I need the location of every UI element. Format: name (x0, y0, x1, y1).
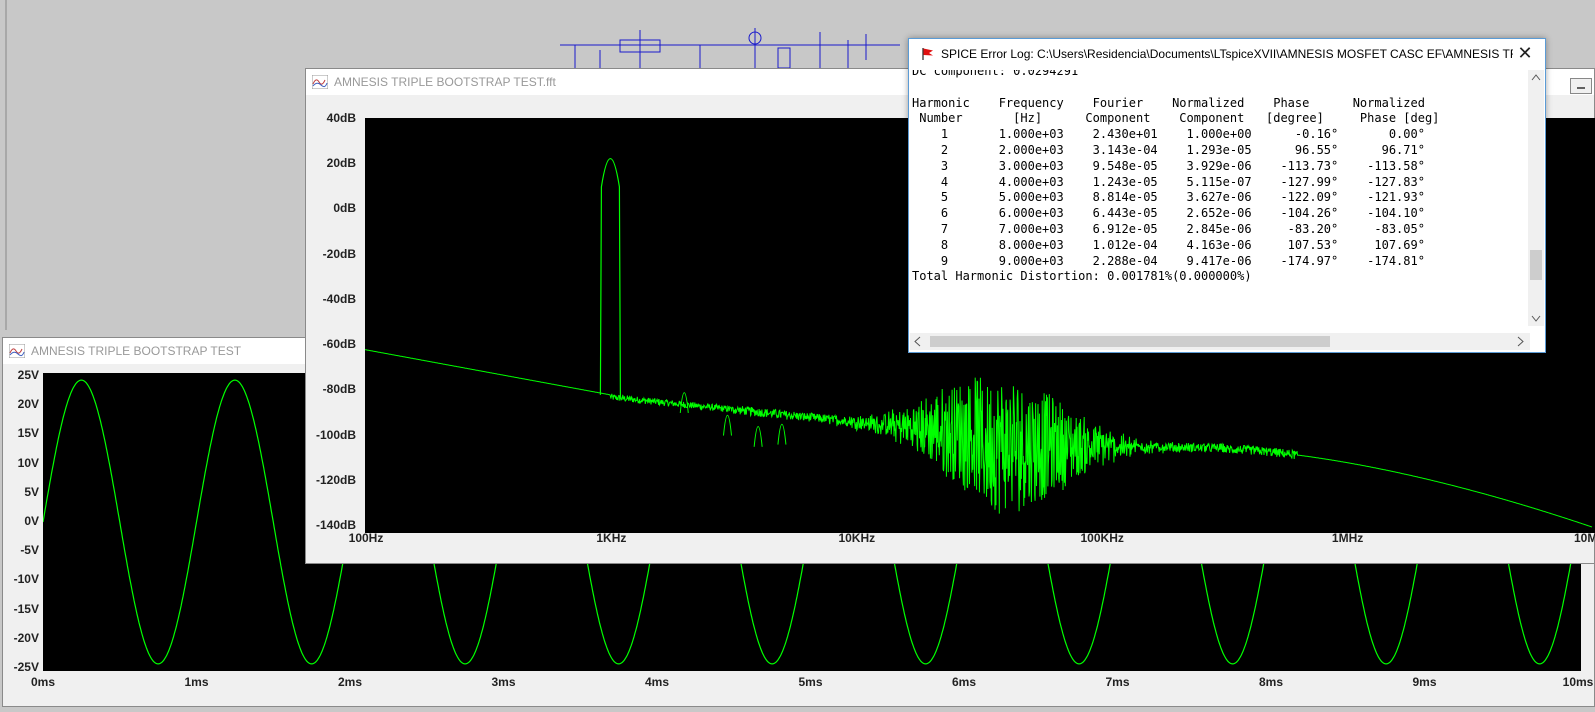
transient-x-tick-label: 7ms (1105, 675, 1130, 689)
transient-y-tick-label: -10V (13, 572, 39, 587)
transient-x-tick-label: 9ms (1412, 675, 1437, 689)
log-line: 5 5.000e+03 8.814e-05 3.627e-06 -122.09°… (912, 190, 1425, 205)
fft-x-tick-label: 1KHz (596, 531, 627, 545)
fft-y-tick-label: -20dB (322, 246, 356, 261)
fft-x-tick-label: 1MHz (1331, 531, 1364, 545)
close-button[interactable]: ✕ (1515, 43, 1535, 63)
transient-y-tick-label: -20V (13, 630, 39, 645)
transient-y-tick-label: 10V (17, 455, 39, 470)
log-line: 4 4.000e+03 1.243e-05 5.115e-07 -127.99°… (912, 174, 1425, 189)
horizontal-scrollbar[interactable] (910, 333, 1530, 350)
fft-x-tick-label: 100Hz (348, 531, 384, 545)
fft-y-tick-label: -120dB (315, 472, 356, 487)
transient-y-tick-label: 15V (17, 426, 39, 441)
flag-icon (922, 48, 933, 60)
transient-y-tick-label: -25V (13, 660, 39, 674)
harmonic-peak (777, 423, 787, 445)
transient-x-tick-label: 10ms (1562, 675, 1594, 689)
fft-y-tick-label: -80dB (322, 382, 356, 397)
fft-y-tick-label: 20dB (326, 156, 356, 171)
fft-y-tick-label: 0dB (333, 201, 356, 216)
log-line: 1 1.000e+03 2.430e+01 1.000e+00 -0.16° 0… (912, 127, 1425, 142)
ltspice-waveform-icon (312, 75, 328, 89)
error-log-title: SPICE Error Log: C:\Users\Residencia\Doc… (941, 47, 1513, 61)
transient-y-tick-label: 20V (17, 397, 39, 412)
harmonic-peak (679, 392, 689, 413)
minimize-button[interactable] (1570, 78, 1592, 94)
transient-y-tick-label: 5V (24, 484, 39, 499)
fft-y-tick-label: -140dB (315, 518, 356, 532)
harmonic-peak (722, 414, 732, 436)
fft-y-tick-label: 40dB (326, 111, 356, 125)
transient-window-title: AMNESIS TRIPLE BOOTSTRAP TEST (31, 344, 242, 358)
close-icon: ✕ (1517, 43, 1533, 63)
transient-x-tick-label: 2ms (337, 675, 363, 689)
transient-x-tick-label: 8ms (1258, 675, 1284, 689)
vertical-scrollbar[interactable] (1528, 70, 1544, 326)
transient-x-tick-label: 6ms (951, 675, 977, 689)
fft-y-tick-label: -40dB (322, 291, 356, 306)
transient-y-tick-label: 25V (17, 368, 39, 382)
fourier-analysis-output: DC component: 0.0294291 Harmonic Frequen… (909, 70, 1530, 285)
log-line: Total Harmonic Distortion: 0.001781%(0.0… (912, 269, 1252, 284)
log-line: 7 7.000e+03 6.912e-05 2.845e-06 -83.20° … (912, 221, 1425, 236)
fft-window-title: AMNESIS TRIPLE BOOTSTRAP TEST.fft (334, 75, 556, 89)
transient-y-tick-label: -5V (20, 543, 39, 558)
fft-trace (364, 349, 1593, 528)
fft-x-tick-label: 10KHz (838, 531, 876, 545)
transient-x-tick-label: 5ms (798, 675, 823, 689)
transient-x-tick-label: 0ms (30, 675, 56, 689)
log-line: DC component: 0.0294291 (912, 70, 1079, 78)
fundamental-peak (599, 157, 621, 398)
log-line: Harmonic Frequency Fourier Normalized Ph… (912, 95, 1425, 110)
harmonic-peak (753, 426, 763, 447)
fft-x-tick-label: 10MHz (1573, 531, 1595, 545)
fft-x-tick-label: 100KHz (1080, 531, 1124, 545)
transient-x-tick-label: 1ms (184, 675, 209, 689)
log-line: 9 9.000e+03 2.288e-04 9.417e-06 -174.97°… (912, 253, 1425, 268)
error-log-text[interactable]: DC component: 0.0294291 Harmonic Frequen… (909, 70, 1530, 326)
horizontal-scrollbar-graphic (914, 336, 1524, 347)
minimize-icon (1577, 87, 1585, 89)
transient-y-tick-label: 0V (24, 514, 39, 528)
transient-x-tick-label: 3ms (491, 675, 516, 689)
ltspice-waveform-icon (9, 344, 25, 358)
spice-error-log-dialog[interactable]: SPICE Error Log: C:\Users\Residencia\Doc… (908, 38, 1546, 353)
log-line: 2 2.000e+03 3.143e-04 1.293e-05 96.55° 9… (912, 142, 1425, 157)
log-line: 8 8.000e+03 1.012e-04 4.163e-06 107.53° … (912, 237, 1425, 252)
log-line: Number [Hz] Component Component [degree]… (912, 111, 1440, 126)
fft-y-tick-label: -100dB (315, 427, 356, 442)
fft-y-tick-label: -60dB (322, 337, 356, 352)
transient-x-tick-label: 4ms (644, 675, 670, 689)
error-log-title-bar[interactable]: SPICE Error Log: C:\Users\Residencia\Doc… (909, 39, 1545, 69)
log-line: 6 6.000e+03 6.443e-05 2.652e-06 -104.26°… (912, 206, 1425, 221)
transient-y-tick-label: -15V (13, 601, 39, 616)
log-line: 3 3.000e+03 9.548e-05 3.929e-06 -113.73°… (912, 158, 1425, 173)
vertical-scrollbar-graphic (1530, 74, 1542, 322)
